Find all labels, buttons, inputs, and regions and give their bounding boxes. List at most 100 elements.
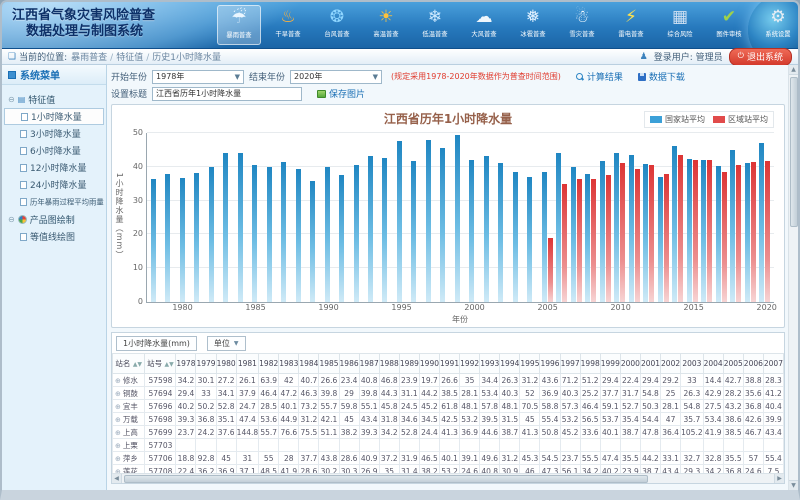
column-header[interactable]: 2005 [723, 354, 743, 374]
sidebar-item[interactable]: 6小时降水量 [4, 142, 104, 159]
horizontal-scrollbar[interactable]: ◀ ▶ [112, 473, 784, 483]
legend-item[interactable]: 区域站平均 [713, 114, 768, 125]
bar-group-2018[interactable] [728, 133, 742, 302]
column-header[interactable]: 1985 [319, 354, 339, 374]
bar-group-2009[interactable] [598, 133, 612, 302]
bar-group-2012[interactable] [641, 133, 655, 302]
toolbar-item-calculator[interactable]: ▦综合风险 [658, 5, 702, 45]
bar-group-1987[interactable] [279, 133, 293, 302]
bar-group-2002[interactable] [497, 133, 511, 302]
bar-group-2000[interactable] [468, 133, 482, 302]
column-header[interactable]: 1981 [236, 354, 258, 374]
toolbar-item-hail[interactable]: ❅冰雹普查 [511, 5, 555, 45]
bar-group-1992[interactable] [352, 133, 366, 302]
bar-group-1989[interactable] [308, 133, 322, 302]
column-header[interactable]: 1993 [480, 354, 500, 374]
bar-group-2020[interactable] [757, 133, 771, 302]
bar-group-1981[interactable] [192, 133, 206, 302]
sidebar-item[interactable]: 1小时降水量 [4, 108, 104, 125]
bar-group-1984[interactable] [236, 133, 250, 302]
sidebar-item[interactable]: 等值线绘图 [4, 228, 104, 245]
sidebar-item[interactable]: 历年暴雨过程平均雨量 [4, 193, 104, 210]
column-header[interactable]: 1983 [279, 354, 299, 374]
column-header[interactable]: 1984 [299, 354, 319, 374]
chart-legend[interactable]: 国家站平均区域站平均 [644, 111, 774, 128]
column-header[interactable]: 1996 [540, 354, 560, 374]
bar-group-1982[interactable] [207, 133, 221, 302]
bar-group-1991[interactable] [337, 133, 351, 302]
bar-group-1988[interactable] [294, 133, 308, 302]
bar-group-1980[interactable] [178, 133, 192, 302]
column-header[interactable]: 1997 [560, 354, 580, 374]
toolbar-item-typhoon[interactable]: ❂台风普查 [315, 5, 359, 45]
column-header[interactable]: 1990 [419, 354, 439, 374]
bar-group-2007[interactable] [569, 133, 583, 302]
column-header[interactable]: 1982 [259, 354, 279, 374]
column-header[interactable]: 1980 [216, 354, 236, 374]
column-header[interactable]: 1994 [500, 354, 520, 374]
toolbar-item-settings[interactable]: ⚙系统设置 [756, 5, 798, 45]
column-header[interactable]: 1992 [460, 354, 480, 374]
toolbar-item-map-review[interactable]: ✔图件审核 [707, 5, 751, 45]
bar-group-1998[interactable] [439, 133, 453, 302]
toolbar-item-drought[interactable]: ♨干旱普查 [266, 5, 310, 45]
column-header[interactable]: 站号 ▲▼ [145, 354, 176, 374]
column-header[interactable]: 2001 [640, 354, 660, 374]
column-header[interactable]: 站名 ▲▼ [113, 354, 145, 374]
vertical-scrollbar[interactable]: ▲ ▼ [788, 65, 798, 490]
bar-group-1978[interactable] [149, 133, 163, 302]
collapse-icon[interactable]: ⊖ [8, 95, 15, 104]
bar-group-2010[interactable] [613, 133, 627, 302]
table-row[interactable]: ⊕上栗57703 [113, 439, 784, 452]
table-row[interactable]: ⊕萍乡5770618.892.84531552837.743.828.640.9… [113, 452, 784, 465]
bar-group-1996[interactable] [410, 133, 424, 302]
column-header[interactable]: 1987 [359, 354, 379, 374]
breadcrumb-item[interactable]: 暴雨普查 [71, 53, 107, 63]
column-header[interactable]: 1979 [196, 354, 216, 374]
scroll-left-arrow-icon[interactable]: ◀ [112, 474, 122, 484]
legend-item[interactable]: 国家站平均 [650, 114, 705, 125]
expand-icon[interactable]: ⊕ [115, 390, 121, 398]
toolbar-item-lightning[interactable]: ⚡雷电普查 [609, 5, 653, 45]
expand-icon[interactable]: ⊕ [115, 442, 121, 450]
expand-icon[interactable]: ⊕ [115, 455, 121, 463]
expand-icon[interactable]: ⊕ [115, 429, 121, 437]
bar-group-2016[interactable] [699, 133, 713, 302]
breadcrumb-item[interactable]: 历史1小时降水量 [152, 53, 221, 63]
bar-group-1995[interactable] [395, 133, 409, 302]
expand-icon[interactable]: ⊕ [115, 403, 121, 411]
bar-group-2001[interactable] [482, 133, 496, 302]
sidebar-item[interactable]: 12小时降水量 [4, 159, 104, 176]
sidebar-item[interactable]: 24小时降水量 [4, 176, 104, 193]
table-row[interactable]: ⊕万载5769839.336.835.147.453.644.931.242.1… [113, 413, 784, 426]
sidebar-group-0[interactable]: ⊖▤特征值 [4, 90, 104, 108]
table-row[interactable]: ⊕上高5769923.724.237.6144.855.776.675.551.… [113, 426, 784, 439]
sidebar-group-1[interactable]: ⊖产品图绘制 [4, 210, 104, 228]
column-header[interactable]: 1978 [176, 354, 196, 374]
bar-group-2003[interactable] [511, 133, 525, 302]
toolbar-item-high-temp[interactable]: ☀高温普查 [364, 5, 408, 45]
toolbar-item-rainstorm[interactable]: ☔暴雨普查 [217, 5, 261, 45]
bar-group-2008[interactable] [584, 133, 598, 302]
column-header[interactable]: 2003 [681, 354, 703, 374]
scroll-up-arrow-icon[interactable]: ▲ [789, 65, 799, 75]
toolbar-item-gale[interactable]: ☁大风普查 [462, 5, 506, 45]
bar-group-2014[interactable] [670, 133, 684, 302]
column-header[interactable]: 2002 [661, 354, 681, 374]
column-header[interactable]: 1986 [339, 354, 359, 374]
bar-group-1994[interactable] [381, 133, 395, 302]
data-download-button[interactable]: 数据下载 [638, 70, 685, 83]
breadcrumb-item[interactable]: 特征值 [116, 53, 143, 63]
bar-group-2015[interactable] [685, 133, 699, 302]
chart-title-input[interactable] [152, 87, 302, 101]
column-header[interactable]: 2004 [703, 354, 723, 374]
bar-group-2011[interactable] [627, 133, 641, 302]
logout-button[interactable]: ⏻退出系统 [729, 48, 792, 66]
calc-result-button[interactable]: 计算结果 [576, 70, 623, 83]
bar-group-1983[interactable] [221, 133, 235, 302]
bar-group-1986[interactable] [265, 133, 279, 302]
column-header[interactable]: 1989 [399, 354, 419, 374]
bar-group-2019[interactable] [743, 133, 757, 302]
toolbar-item-snow[interactable]: ☃雪灾普查 [560, 5, 604, 45]
unit-select[interactable]: 单位▼ [207, 336, 246, 351]
